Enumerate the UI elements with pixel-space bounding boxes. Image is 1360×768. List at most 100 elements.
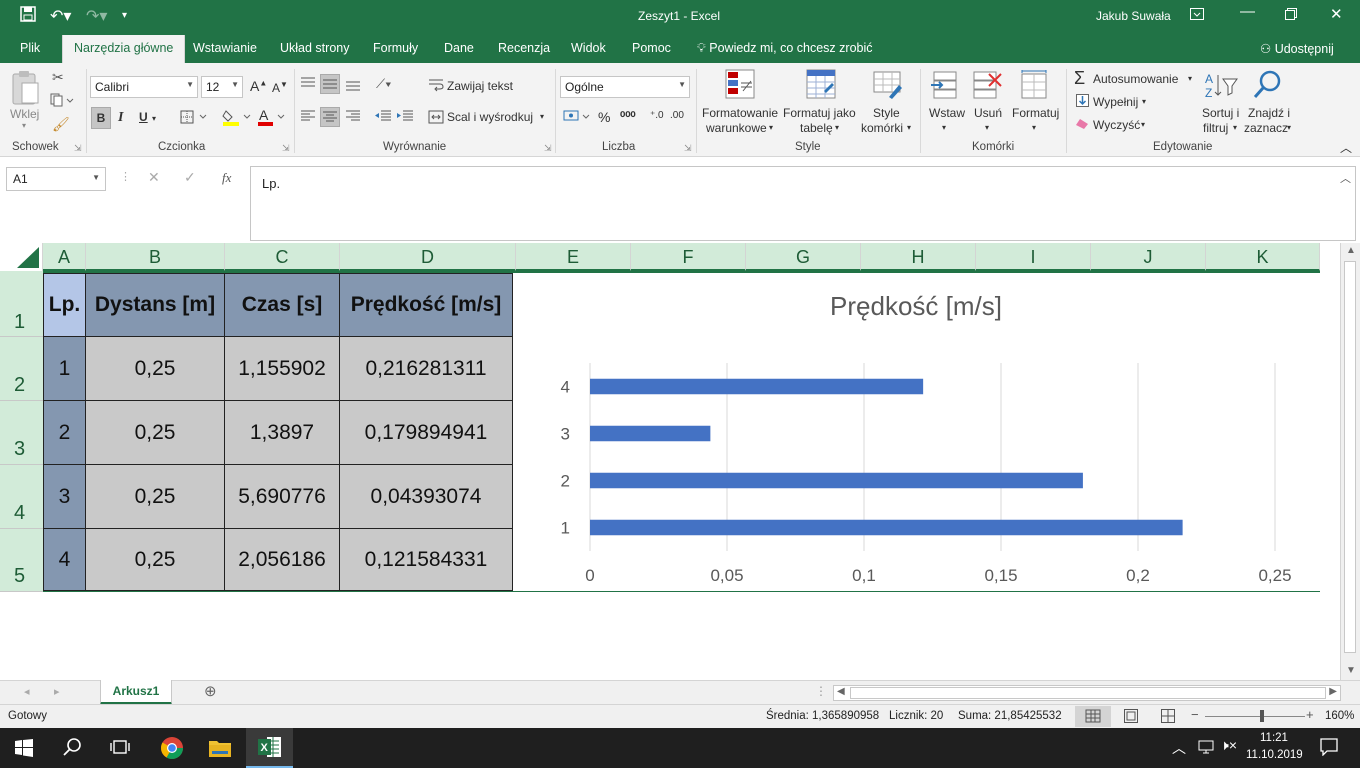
- status-count[interactable]: Licznik: 20: [889, 710, 943, 722]
- column-header-e[interactable]: E: [516, 243, 631, 271]
- sort-filter-icon[interactable]: AZ: [1204, 71, 1238, 102]
- search-icon[interactable]: [63, 737, 83, 760]
- scroll-left-icon[interactable]: ◀: [837, 686, 845, 697]
- conditional-formatting-icon[interactable]: [725, 69, 755, 102]
- delete-cells-icon[interactable]: [973, 71, 1003, 102]
- cut-icon[interactable]: ✂: [52, 69, 64, 86]
- close-icon[interactable]: ✕: [1330, 5, 1343, 23]
- prev-sheet-icon[interactable]: ◂: [24, 685, 30, 698]
- percent-button[interactable]: %: [598, 109, 610, 125]
- volume-muted-icon[interactable]: 🕨︎×: [1220, 737, 1237, 754]
- align-right-icon[interactable]: [345, 109, 361, 126]
- number-format-select[interactable]: Ogólne ▼: [560, 76, 690, 98]
- bold-button[interactable]: B: [91, 107, 111, 129]
- name-box[interactable]: A1 ▼: [6, 167, 106, 191]
- minimize-icon[interactable]: —: [1240, 3, 1255, 20]
- find-select-label-2[interactable]: zaznacz: [1244, 121, 1288, 135]
- tell-me-box[interactable]: 💡︎ Powiedz mi, co chcesz zrobić: [697, 41, 873, 56]
- insert-cells-label[interactable]: Wstaw: [929, 106, 965, 120]
- cell-a4[interactable]: 3: [43, 464, 86, 529]
- row-header-3[interactable]: 3: [0, 401, 43, 465]
- conditional-formatting-label-2[interactable]: warunkowe: [706, 121, 767, 135]
- font-color-icon[interactable]: A: [258, 107, 288, 130]
- bar-1[interactable]: [590, 519, 1183, 536]
- cell-c4[interactable]: 5,690776: [224, 464, 340, 529]
- user-name[interactable]: Jakub Suwała: [1096, 9, 1171, 23]
- task-view-icon[interactable]: [110, 738, 130, 759]
- font-size-select[interactable]: 12 ▼: [201, 76, 243, 98]
- align-middle-icon[interactable]: [320, 74, 340, 94]
- cell-d5[interactable]: 0,121584331: [339, 528, 513, 591]
- number-launcher-icon[interactable]: ⇲: [684, 143, 692, 154]
- align-bottom-icon[interactable]: [345, 76, 361, 95]
- normal-view-button[interactable]: [1075, 706, 1111, 727]
- chrome-icon[interactable]: [160, 736, 184, 763]
- cell-a5[interactable]: 4: [43, 528, 86, 591]
- scroll-up-icon[interactable]: ▲: [1346, 245, 1356, 256]
- add-sheet-icon[interactable]: ⊕: [204, 682, 217, 700]
- enter-icon[interactable]: ✓: [184, 169, 196, 186]
- conditional-formatting-label[interactable]: Formatowanie: [702, 106, 778, 120]
- page-layout-view-icon[interactable]: [1124, 709, 1138, 726]
- tab-home[interactable]: Narzędzia główne: [62, 35, 186, 63]
- cell-styles-label-2[interactable]: komórki: [861, 121, 903, 135]
- orientation-icon[interactable]: ⟋▾: [376, 76, 391, 92]
- row-header-5[interactable]: 5: [0, 529, 43, 592]
- cell-styles-label[interactable]: Style: [873, 106, 900, 120]
- page-break-view-icon[interactable]: [1161, 709, 1175, 726]
- column-header-j[interactable]: J: [1091, 243, 1206, 271]
- tab-formulas[interactable]: Formuły: [373, 41, 418, 55]
- restore-icon[interactable]: [1285, 7, 1297, 24]
- paste-icon[interactable]: [10, 69, 40, 110]
- scroll-thumb[interactable]: [1344, 261, 1356, 653]
- column-header-k[interactable]: K: [1206, 243, 1320, 271]
- paste-dropdown-icon[interactable]: ▾: [22, 121, 26, 130]
- zoom-out-button[interactable]: −: [1191, 707, 1199, 722]
- copy-icon[interactable]: [50, 93, 74, 110]
- underline-button[interactable]: U: [139, 110, 148, 124]
- zoom-slider[interactable]: [1205, 716, 1305, 717]
- sort-filter-label[interactable]: Sortuj i: [1202, 106, 1239, 120]
- tab-review[interactable]: Recenzja: [498, 41, 550, 55]
- clipboard-launcher-icon[interactable]: ⇲: [74, 143, 82, 154]
- share-button[interactable]: ⚇ Udostępnij: [1260, 41, 1334, 56]
- tab-view[interactable]: Widok: [571, 41, 606, 55]
- format-as-table-icon[interactable]: [806, 69, 836, 102]
- wrap-text-button[interactable]: Zawijaj tekst: [447, 79, 513, 93]
- column-header-d[interactable]: D: [340, 243, 516, 271]
- tab-data[interactable]: Dane: [444, 41, 474, 55]
- cell-c3[interactable]: 1,3897: [224, 400, 340, 465]
- chart-title[interactable]: Prędkość [m/s]: [830, 291, 1002, 321]
- cell-a2[interactable]: 1: [43, 336, 86, 401]
- row-header-1[interactable]: 1: [0, 271, 43, 337]
- increase-decimal-icon[interactable]: ⁺.0: [650, 110, 664, 121]
- format-as-table-label[interactable]: Formatuj jako: [783, 106, 856, 120]
- cell-b4[interactable]: 0,25: [85, 464, 225, 529]
- column-header-c[interactable]: C: [225, 243, 340, 271]
- collapse-ribbon-icon[interactable]: ︿: [1340, 139, 1352, 156]
- format-painter-icon[interactable]: 🖌︎: [52, 116, 70, 133]
- redo-icon[interactable]: ↷▾: [86, 6, 107, 26]
- cell-d1[interactable]: Prędkość [m/s]: [339, 273, 513, 337]
- format-cells-label[interactable]: Formatuj: [1012, 106, 1059, 120]
- column-header-f[interactable]: F: [631, 243, 746, 271]
- delete-cells-label[interactable]: Usuń: [974, 106, 1002, 120]
- decrease-font-icon[interactable]: A▼: [272, 80, 288, 95]
- cell-d3[interactable]: 0,179894941: [339, 400, 513, 465]
- tab-page-layout[interactable]: Układ strony: [280, 41, 349, 55]
- merge-dropdown-icon[interactable]: ▾: [540, 112, 544, 121]
- sort-filter-label-2[interactable]: filtruj: [1203, 121, 1228, 135]
- fill-color-icon[interactable]: [222, 108, 254, 129]
- file-explorer-icon[interactable]: [208, 737, 232, 762]
- fill-button[interactable]: Wypełnij: [1093, 95, 1138, 109]
- undo-icon[interactable]: ↶▾: [50, 6, 71, 26]
- drag-handle-icon[interactable]: ⋮: [120, 170, 131, 183]
- cell-a1[interactable]: Lp.: [43, 273, 86, 337]
- status-average[interactable]: Średnia: 1,365890958: [766, 710, 879, 722]
- clock-time[interactable]: 11:21: [1260, 732, 1288, 744]
- bar-4[interactable]: [590, 378, 924, 395]
- merge-center-icon[interactable]: [428, 110, 444, 127]
- sheet-tab-arkusz1[interactable]: Arkusz1: [100, 680, 172, 705]
- clear-icon[interactable]: [1075, 118, 1089, 133]
- font-launcher-icon[interactable]: ⇲: [282, 143, 290, 154]
